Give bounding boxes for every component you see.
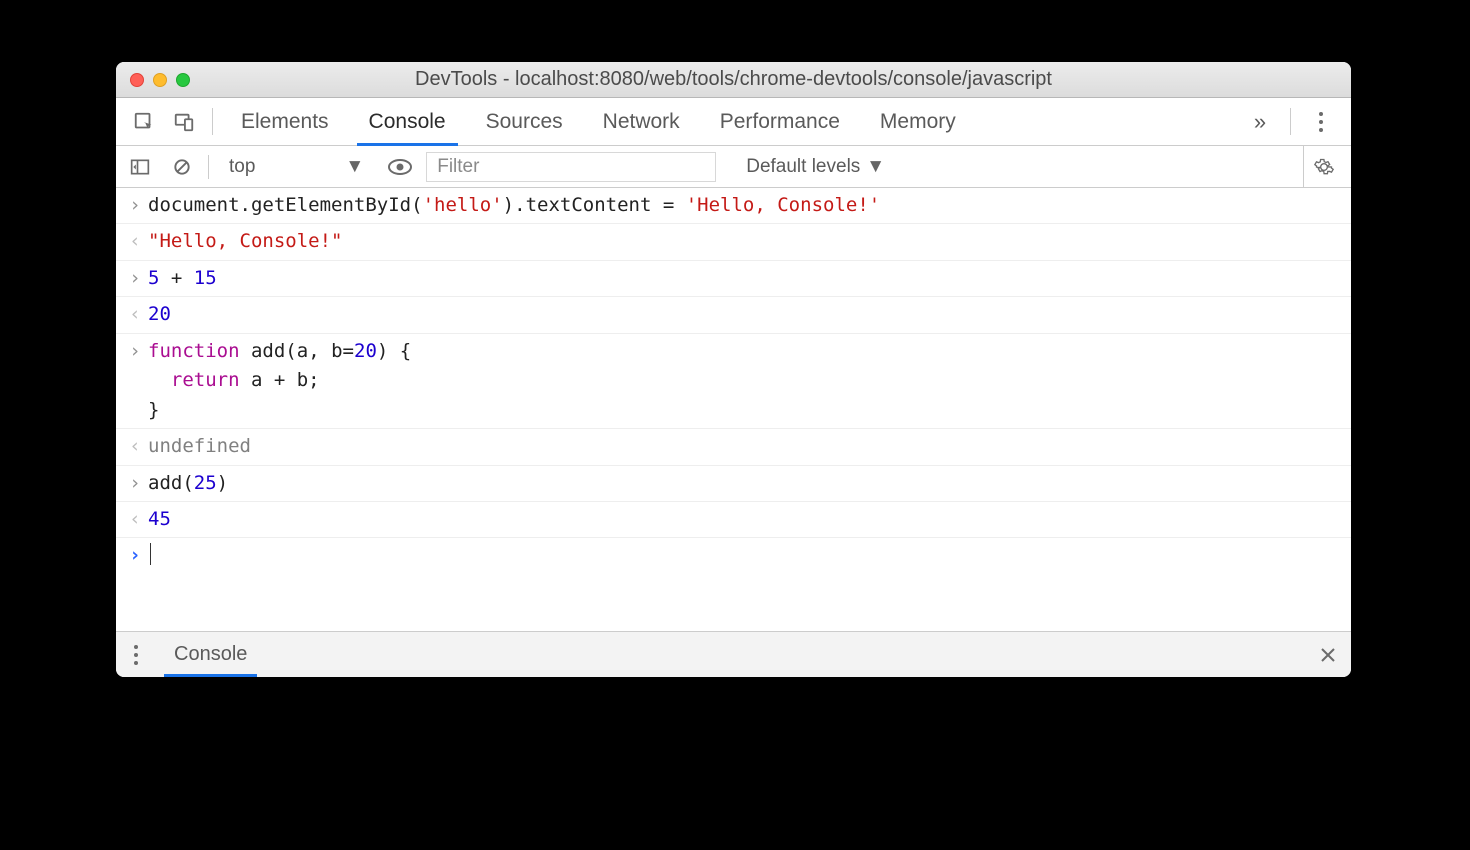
console-output-row: "Hello, Console!"	[116, 224, 1351, 260]
kebab-icon	[134, 645, 138, 665]
output-marker-icon	[122, 432, 148, 461]
panel-tabs: Elements Console Sources Network Performance…	[116, 98, 1351, 146]
kebab-icon	[1319, 112, 1323, 132]
filter-text-field[interactable]	[435, 155, 707, 179]
tab-label: Performance	[720, 110, 840, 134]
code-content: document.getElementById('hello').textCon…	[148, 191, 880, 220]
code-content: 5 + 15	[148, 264, 217, 293]
chevron-double-right-icon: »	[1254, 109, 1266, 135]
settings-menu-button[interactable]	[1299, 98, 1343, 145]
toggle-sidebar-icon[interactable]	[124, 152, 156, 182]
window-title: DevTools - localhost:8080/web/tools/chro…	[116, 68, 1351, 91]
close-drawer-button[interactable]	[1305, 632, 1351, 677]
drawer-tab-label: Console	[174, 643, 247, 666]
drawer-menu-button[interactable]	[116, 632, 156, 677]
code-content: 20	[148, 300, 171, 329]
console-settings-button[interactable]	[1303, 146, 1343, 187]
tab-label: Console	[369, 110, 446, 134]
tab-label: Memory	[880, 110, 956, 134]
console-toolbar: top ▼ Default levels ▼	[116, 146, 1351, 188]
code-content: undefined	[148, 432, 251, 461]
console-output-row: 20	[116, 297, 1351, 333]
tab-label: Elements	[241, 110, 329, 134]
tab-network[interactable]: Network	[583, 98, 700, 145]
code-content: add(25)	[148, 469, 228, 498]
titlebar: DevTools - localhost:8080/web/tools/chro…	[116, 62, 1351, 98]
tab-console[interactable]: Console	[349, 98, 466, 145]
drawer: Console	[116, 631, 1351, 677]
tab-sources[interactable]: Sources	[466, 98, 583, 145]
clear-console-icon[interactable]	[166, 152, 198, 182]
separator	[212, 108, 213, 135]
tab-label: Network	[603, 110, 680, 134]
tab-elements[interactable]: Elements	[221, 98, 349, 145]
console-output-row: undefined	[116, 429, 1351, 465]
separator	[1290, 108, 1291, 135]
console-input-row: document.getElementById('hello').textCon…	[116, 188, 1351, 224]
tab-memory[interactable]: Memory	[860, 98, 976, 145]
context-label: top	[229, 156, 255, 178]
separator	[208, 155, 209, 179]
console-output-row: 45	[116, 502, 1351, 538]
more-tabs-button[interactable]: »	[1238, 98, 1282, 145]
input-marker-icon	[122, 191, 148, 220]
code-content: 45	[148, 505, 171, 534]
input-marker-icon	[122, 264, 148, 293]
minimize-window-button[interactable]	[153, 73, 167, 87]
console-input-row: function add(a, b=20) { return a + b; }	[116, 334, 1351, 429]
zoom-window-button[interactable]	[176, 73, 190, 87]
tab-label: Sources	[486, 110, 563, 134]
window-controls	[130, 73, 190, 87]
code-content: function add(a, b=20) { return a + b; }	[148, 337, 411, 425]
output-marker-icon	[122, 505, 148, 534]
devtools-window: DevTools - localhost:8080/web/tools/chro…	[116, 62, 1351, 677]
input-marker-icon	[122, 469, 148, 498]
filter-input[interactable]	[426, 152, 716, 182]
input-marker-icon	[122, 337, 148, 366]
output-marker-icon	[122, 227, 148, 256]
execution-context-selector[interactable]: top ▼	[219, 156, 374, 178]
levels-label: Default levels	[746, 156, 860, 178]
inspect-element-icon[interactable]	[124, 98, 164, 145]
chevron-down-icon: ▼	[866, 156, 885, 178]
prompt-input[interactable]	[148, 541, 151, 570]
close-window-button[interactable]	[130, 73, 144, 87]
console-input-row: add(25)	[116, 466, 1351, 502]
console-prompt[interactable]	[116, 538, 1351, 573]
prompt-marker-icon	[122, 541, 148, 570]
tab-performance[interactable]: Performance	[700, 98, 860, 145]
live-expression-icon[interactable]	[384, 152, 416, 182]
code-content: "Hello, Console!"	[148, 227, 342, 256]
output-marker-icon	[122, 300, 148, 329]
log-levels-selector[interactable]: Default levels ▼	[746, 156, 885, 178]
console-input-row: 5 + 15	[116, 261, 1351, 297]
chevron-down-icon: ▼	[345, 156, 364, 178]
drawer-tab-console[interactable]: Console	[156, 632, 265, 677]
console-output[interactable]: document.getElementById('hello').textCon…	[116, 188, 1351, 631]
device-toolbar-icon[interactable]	[164, 98, 204, 145]
